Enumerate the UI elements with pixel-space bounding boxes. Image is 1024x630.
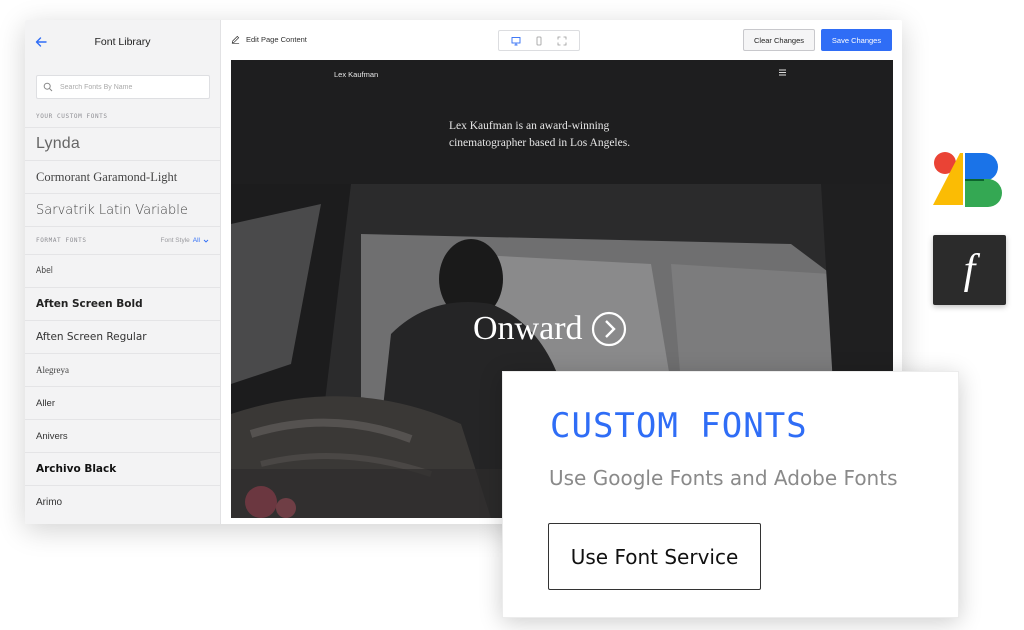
edit-label-text: Edit Page Content (246, 35, 307, 44)
callout-title: CUSTOM FONTS (550, 406, 808, 446)
font-style-value: All (192, 237, 200, 244)
pencil-icon (231, 35, 240, 44)
edit-page-content[interactable]: Edit Page Content (231, 35, 307, 44)
clear-changes-button[interactable]: Clear Changes (743, 29, 815, 51)
sidebar-header: Font Library (25, 20, 220, 64)
onward-text: Onward (473, 310, 583, 347)
onward-link[interactable]: Onward (473, 310, 627, 348)
desktop-icon[interactable] (511, 36, 521, 46)
format-font-item[interactable]: Anivers (25, 419, 220, 452)
use-font-service-button[interactable]: Use Font Service (548, 523, 761, 590)
format-fonts-header: Format Fonts Font Style All (25, 226, 220, 254)
custom-fonts-label: Your Custom Fonts (36, 112, 108, 120)
save-changes-button[interactable]: Save Changes (821, 29, 892, 51)
editor-toolbar: Edit Page Content Clear Changes Save Cha… (221, 20, 902, 60)
hero-text: Lex Kaufman is an award-winning cinemato… (231, 118, 893, 152)
adobe-fonts-logo: f (933, 235, 1006, 305)
search-box[interactable] (36, 75, 210, 99)
device-switcher (498, 30, 580, 51)
font-style-filter[interactable]: Font Style All (161, 237, 210, 244)
format-font-item[interactable]: Arimo (25, 485, 220, 518)
format-fonts-label: Format Fonts (36, 237, 87, 244)
font-library-sidebar: Font Library Your Custom Fonts Lynda Cor… (25, 20, 221, 524)
format-font-item[interactable]: Aften Screen Regular (25, 320, 220, 353)
google-fonts-logo (933, 152, 1002, 207)
search-icon (43, 82, 53, 92)
chevron-right-circle-icon (591, 311, 626, 347)
back-arrow-icon[interactable] (34, 35, 48, 49)
hamburger-menu-icon[interactable] (778, 68, 787, 77)
custom-font-item[interactable]: Lynda (25, 127, 220, 160)
fullscreen-icon[interactable] (557, 36, 567, 46)
mobile-icon[interactable] (534, 36, 544, 46)
custom-fonts-callout: CUSTOM FONTS Use Google Fonts and Adobe … (502, 371, 959, 618)
format-font-item[interactable]: Alegreya (25, 353, 220, 386)
font-style-label: Font Style (160, 237, 190, 244)
format-font-item[interactable]: Aften Screen Bold (25, 287, 220, 320)
hero-line: Lex Kaufman is an award-winning (449, 120, 610, 132)
callout-subtitle: Use Google Fonts and Adobe Fonts (549, 466, 898, 490)
search-input[interactable] (60, 83, 200, 91)
chevron-down-icon (203, 239, 209, 243)
format-font-item[interactable]: Abel (25, 254, 220, 287)
custom-font-item[interactable]: Cormorant Garamond-Light (25, 160, 220, 193)
format-font-item[interactable]: Archivo Black (25, 452, 220, 485)
custom-font-item[interactable]: Sarvatrik Latin Variable (25, 193, 220, 226)
adobe-fonts-glyph: f (963, 247, 976, 293)
hero-line: cinematographer based in Los Angeles. (449, 137, 631, 149)
format-font-item[interactable]: Aller (25, 386, 220, 419)
site-name[interactable]: Lex Kaufman (334, 70, 378, 79)
sidebar-title: Font Library (94, 36, 151, 48)
